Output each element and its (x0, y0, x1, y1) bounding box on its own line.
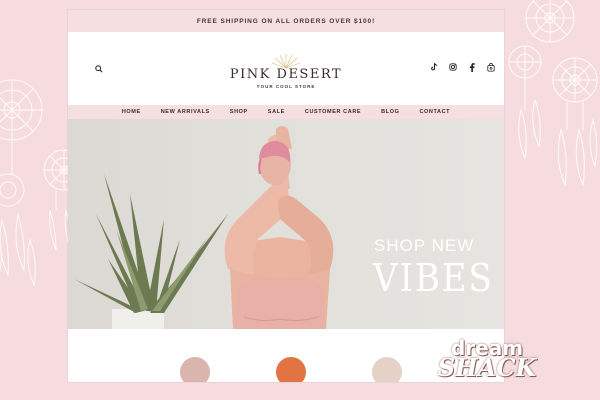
hero-subheadline: VIBES (373, 256, 494, 300)
social-links (429, 62, 496, 72)
logo-tagline: YOUR COOL STORE (256, 83, 316, 89)
store-website-mockup: FREE SHIPPING ON ALL ORDERS OVER $100! P… (68, 10, 504, 382)
product-thumbnail[interactable] (180, 357, 210, 382)
shop-icon[interactable] (486, 62, 496, 72)
logo-name: PINK DESERT (229, 66, 343, 82)
site-header: PINK DESERT YOUR COOL STORE (68, 32, 504, 105)
instagram-icon[interactable] (448, 62, 458, 72)
nav-home[interactable]: HOME (122, 109, 141, 115)
product-thumbnail[interactable] (372, 357, 402, 382)
nav-blog[interactable]: BLOG (381, 109, 399, 115)
nav-shop[interactable]: SHOP (230, 109, 248, 115)
hero-banner[interactable]: SHOP NEW VIBES (68, 119, 504, 329)
hero-headline: SHOP NEW (374, 236, 475, 255)
nav-contact[interactable]: CONTACT (419, 109, 450, 115)
announcement-bar: FREE SHIPPING ON ALL ORDERS OVER $100! (68, 10, 504, 32)
facebook-icon[interactable] (467, 62, 477, 72)
search-icon[interactable] (92, 62, 106, 76)
tiktok-icon[interactable] (429, 62, 439, 72)
brand-watermark: dream SHACK (432, 338, 542, 380)
announcement-text: FREE SHIPPING ON ALL ORDERS OVER $100! (196, 17, 376, 25)
brand-line-2: SHACK (437, 353, 537, 382)
main-navigation: HOME NEW ARRIVALS SHOP SALE CUSTOMER CAR… (68, 105, 504, 119)
nav-sale[interactable]: SALE (268, 109, 285, 115)
nav-customer-care[interactable]: CUSTOMER CARE (305, 109, 361, 115)
site-logo[interactable]: PINK DESERT YOUR COOL STORE (230, 53, 342, 89)
nav-new-arrivals[interactable]: NEW ARRIVALS (161, 109, 210, 115)
product-thumbnail[interactable] (276, 357, 306, 382)
